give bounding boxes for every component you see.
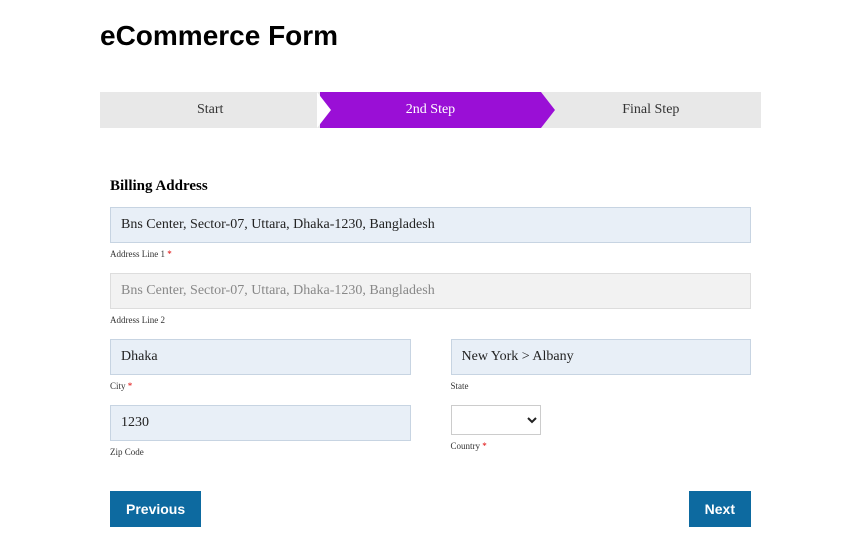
address1-input[interactable] <box>110 207 751 243</box>
country-label-text: Country <box>451 441 481 451</box>
step-final[interactable]: Final Step <box>541 92 761 128</box>
city-label: City * <box>110 381 411 391</box>
next-button[interactable]: Next <box>689 491 751 527</box>
button-row: Previous Next <box>110 491 751 527</box>
zip-field <box>110 405 411 441</box>
step-second[interactable]: 2nd Step <box>320 92 540 128</box>
billing-form: Billing Address Address Line 1 * Address… <box>100 178 761 527</box>
state-input[interactable] <box>451 339 752 375</box>
zip-label: Zip Code <box>110 447 411 457</box>
state-field <box>451 339 752 375</box>
city-field <box>110 339 411 375</box>
address2-input[interactable] <box>110 273 751 309</box>
required-marker: * <box>482 441 487 451</box>
state-label: State <box>451 381 752 391</box>
section-heading: Billing Address <box>110 178 751 195</box>
previous-button[interactable]: Previous <box>110 491 201 527</box>
address2-label: Address Line 2 <box>110 315 751 325</box>
country-label: Country * <box>451 441 752 451</box>
step-progress: Start 2nd Step Final Step <box>100 92 761 128</box>
address1-field <box>110 207 751 243</box>
step-start[interactable]: Start <box>100 92 320 128</box>
page-title: eCommerce Form <box>100 20 761 52</box>
address1-label: Address Line 1 * <box>110 249 751 259</box>
country-field <box>451 405 752 435</box>
address2-field <box>110 273 751 309</box>
city-input[interactable] <box>110 339 411 375</box>
required-marker: * <box>167 249 172 259</box>
required-marker: * <box>128 381 133 391</box>
address1-label-text: Address Line 1 <box>110 249 165 259</box>
zip-input[interactable] <box>110 405 411 441</box>
country-select[interactable] <box>451 405 541 435</box>
city-label-text: City <box>110 381 126 391</box>
